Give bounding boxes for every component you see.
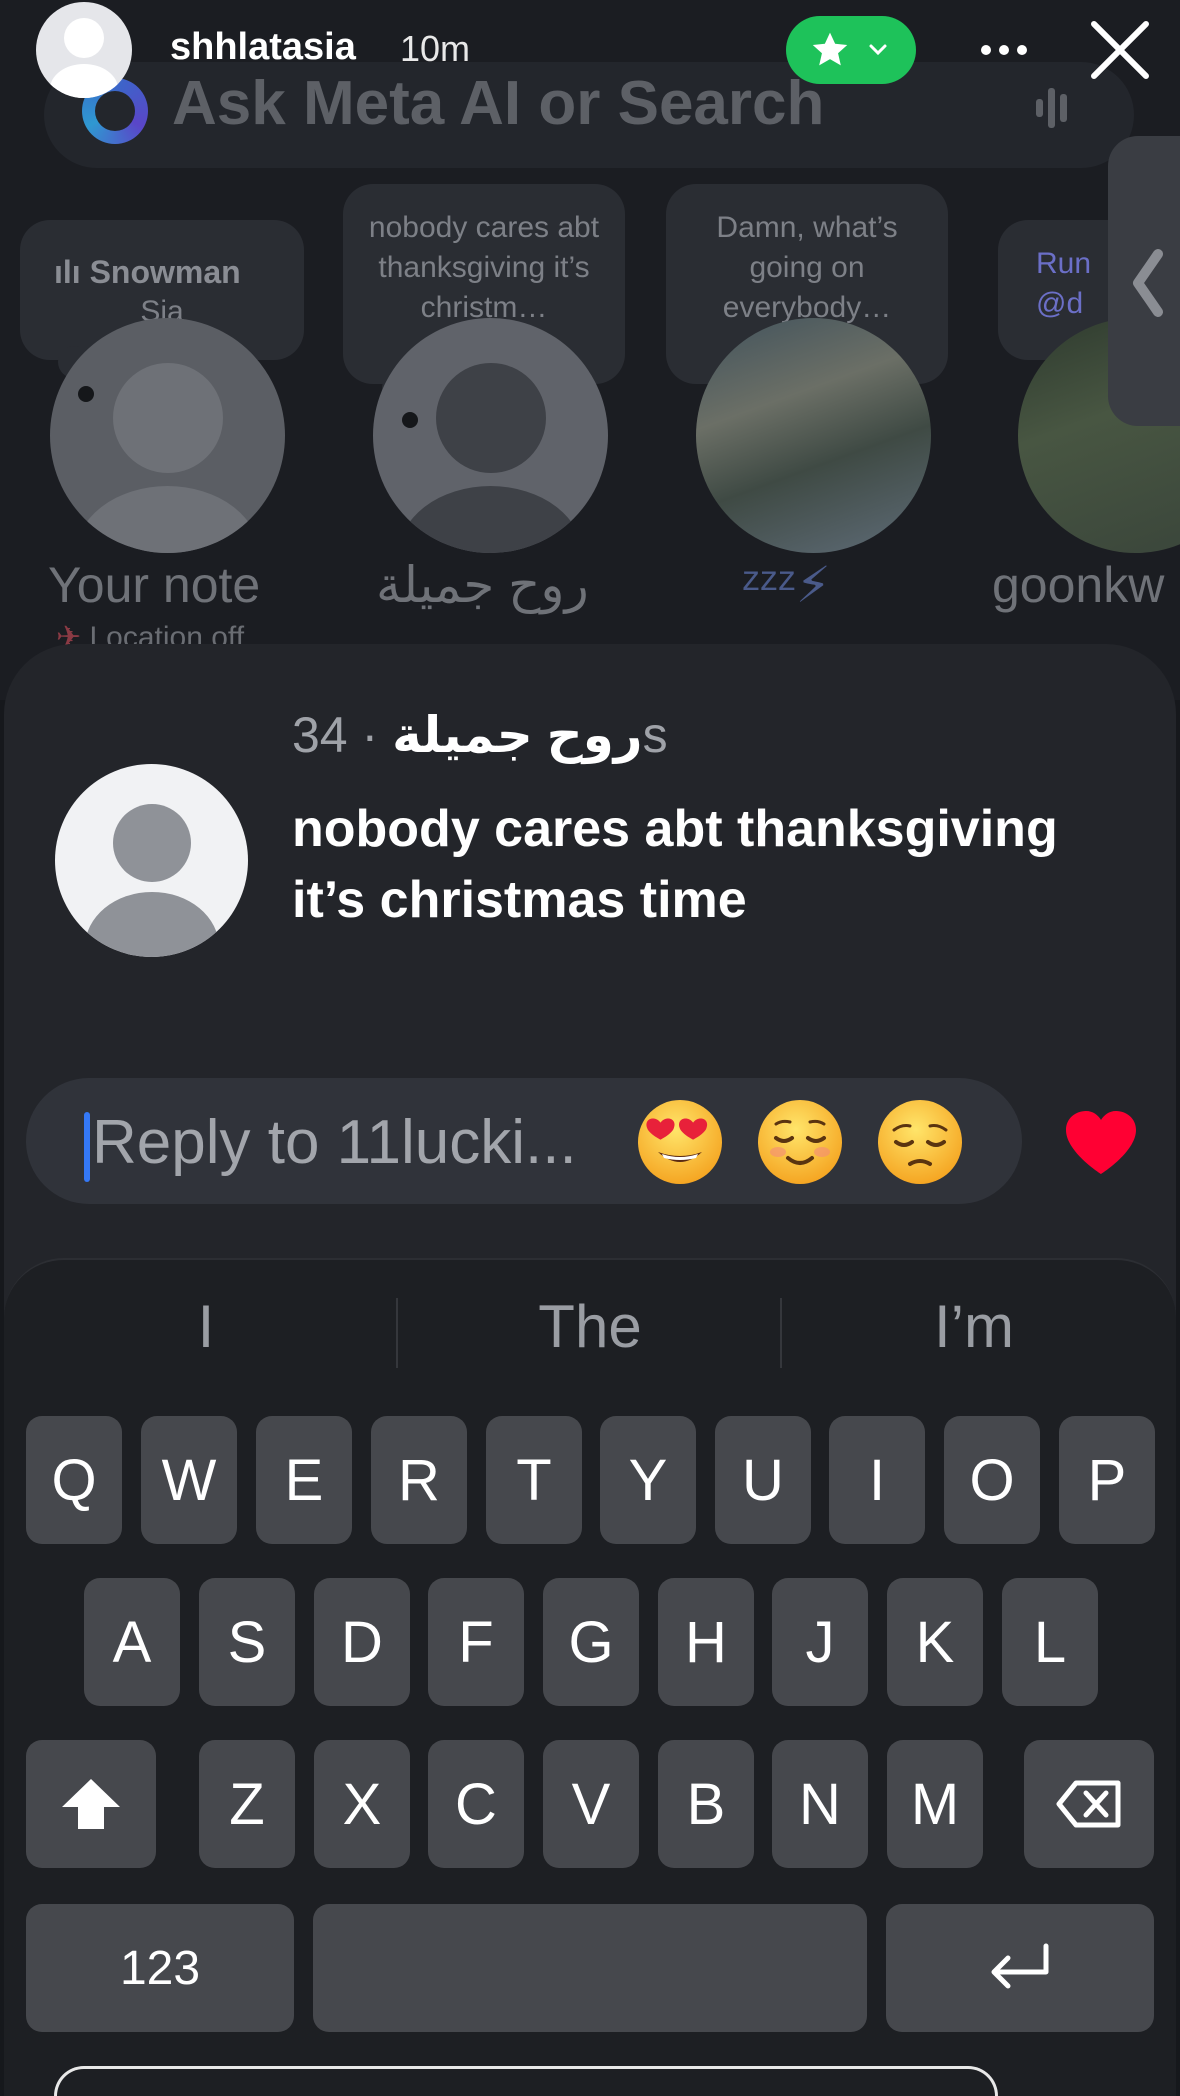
key-h[interactable]: H	[658, 1578, 754, 1706]
key-y[interactable]: Y	[600, 1416, 696, 1544]
sender-avatar[interactable]	[55, 764, 248, 957]
separator: ·	[347, 707, 393, 763]
note-music-title: Snowman	[89, 254, 241, 290]
heart-icon[interactable]	[1064, 1110, 1138, 1176]
key-v[interactable]: V	[543, 1740, 639, 1868]
note-text: Damn, what’s going on everybody…	[716, 211, 898, 324]
relieved-emoji[interactable]	[756, 1098, 844, 1186]
friend-photo-avatar	[696, 318, 931, 553]
story-user-avatar[interactable]	[36, 2, 132, 98]
key-z[interactable]: Z	[199, 1740, 295, 1868]
key-a[interactable]: A	[84, 1578, 180, 1706]
sender-line: روح جميلة · 34s	[292, 706, 668, 764]
note-label: روح جميلة	[376, 557, 589, 613]
key-c[interactable]: C	[428, 1740, 524, 1868]
backspace-icon	[1056, 1780, 1121, 1828]
space-key[interactable]	[313, 1904, 867, 2032]
note-label: goonkw	[992, 557, 1165, 613]
numbers-key[interactable]: 123	[26, 1904, 294, 2032]
note-dot	[402, 412, 418, 428]
key-t[interactable]: T	[486, 1416, 582, 1544]
suggestion-1[interactable]: I	[56, 1292, 356, 1361]
text-caret	[84, 1112, 90, 1182]
key-m[interactable]: M	[887, 1740, 983, 1868]
notes-background: Ask Meta AI or Search ılı Snowman Sia no…	[0, 0, 1180, 700]
key-g[interactable]: G	[543, 1578, 639, 1706]
delete-key[interactable]	[1024, 1740, 1154, 1868]
pensive-emoji[interactable]	[876, 1098, 964, 1186]
key-u[interactable]: U	[715, 1416, 811, 1544]
return-key[interactable]	[886, 1904, 1154, 2032]
chevron-down-icon	[869, 44, 887, 56]
suggestion-2[interactable]: The	[440, 1292, 740, 1361]
note-label: Your note	[48, 557, 261, 613]
key-l[interactable]: L	[1002, 1578, 1098, 1706]
suggestion-divider	[396, 1298, 398, 1368]
star-icon	[812, 32, 848, 66]
key-e[interactable]: E	[256, 1416, 352, 1544]
key-i[interactable]: I	[829, 1416, 925, 1544]
close-friends-button[interactable]	[786, 16, 916, 84]
home-indicator	[54, 2066, 998, 2096]
key-j[interactable]: J	[772, 1578, 868, 1706]
story-time: 10m	[400, 28, 471, 69]
key-r[interactable]: R	[371, 1416, 467, 1544]
key-s[interactable]: S	[199, 1578, 295, 1706]
music-icon: ılı	[54, 254, 81, 290]
story-username[interactable]: shhlatasia	[170, 26, 356, 69]
key-f[interactable]: F	[428, 1578, 524, 1706]
suggestion-divider	[780, 1298, 782, 1368]
key-n[interactable]: N	[772, 1740, 868, 1868]
heart-eyes-emoji[interactable]	[636, 1098, 724, 1186]
note-text: nobody cares abt thanksgiving it’s chris…	[292, 800, 1058, 929]
key-p[interactable]: P	[1059, 1416, 1155, 1544]
note-dot	[78, 386, 94, 402]
shift-icon	[62, 1779, 120, 1829]
key-o[interactable]: O	[944, 1416, 1040, 1544]
key-d[interactable]: D	[314, 1578, 410, 1706]
note-text: nobody cares abt thanksgiving it’s chris…	[368, 211, 600, 324]
suggestion-3[interactable]: I’m	[824, 1292, 1124, 1361]
friend-avatar	[373, 318, 608, 553]
key-x[interactable]: X	[314, 1740, 410, 1868]
reply-input[interactable]	[92, 1102, 612, 1182]
note-text: Run @d	[1036, 247, 1092, 320]
key-b[interactable]: B	[658, 1740, 754, 1868]
key-k[interactable]: K	[887, 1578, 983, 1706]
key-q[interactable]: Q	[26, 1416, 122, 1544]
key-w[interactable]: W	[141, 1416, 237, 1544]
return-icon	[991, 1943, 1049, 1989]
chevron-left-icon	[1133, 249, 1163, 317]
story-header: shhlatasia 10m	[0, 0, 1180, 100]
note-label: ᶻᶻᶻ⚡	[742, 557, 831, 613]
your-note-avatar	[50, 318, 285, 553]
more-horizontal-icon[interactable]	[974, 22, 1034, 82]
shift-key[interactable]	[26, 1740, 156, 1868]
side-panel-tab[interactable]	[1108, 136, 1180, 426]
close-icon[interactable]	[1088, 18, 1152, 82]
sender-name[interactable]: روح جميلة	[392, 707, 643, 763]
